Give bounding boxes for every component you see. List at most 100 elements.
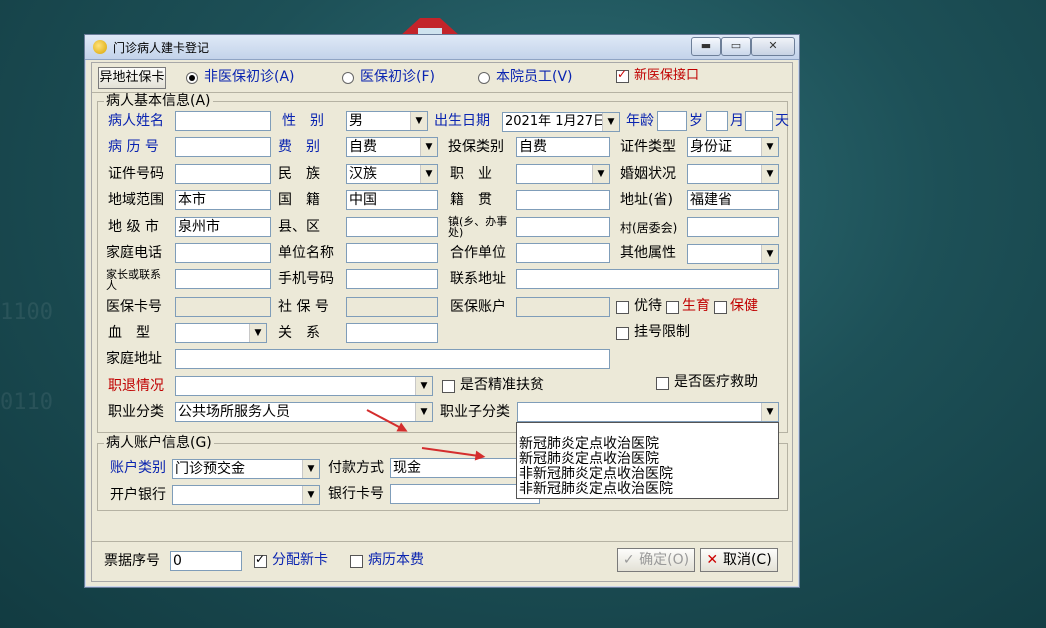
occupation-subclass-select[interactable]: ▼ [517,402,779,422]
dropdown-option[interactable]: 非新冠肺炎定点收治医院 [519,482,673,497]
cert-type-label: 证件类型 [620,139,676,155]
minimize-button[interactable]: ▬ [691,37,721,56]
job-select[interactable]: ▼ [516,164,610,184]
relation-label: 关 系 [278,325,320,341]
home-address-input[interactable] [175,349,610,369]
insurance-type-input[interactable]: 自费 [516,137,610,157]
blood-type-select[interactable]: ▼ [175,323,267,343]
chevron-down-icon[interactable]: ▼ [761,403,778,421]
confirm-button[interactable]: ✓ 确定(O) [617,548,695,572]
name-label: 病人姓名 [108,113,164,129]
occupation-class-select[interactable]: 公共场所服务人员 ▼ [175,402,433,422]
radio-non-insurance[interactable] [186,72,198,84]
record-no-input[interactable] [175,137,271,157]
dob-picker[interactable]: 2021年 1月27日 ▼ [502,112,620,132]
ethnic-select[interactable]: 汉族 ▼ [346,164,438,184]
account-type-label: 账户类别 [110,460,166,476]
village-input[interactable] [687,217,779,237]
age-days-input[interactable] [745,111,773,131]
guardian-input[interactable] [175,269,271,289]
blood-type-label: 血 型 [108,325,150,341]
chevron-down-icon[interactable]: ▼ [249,324,266,342]
chevron-down-icon[interactable]: ▼ [420,165,437,183]
chevron-down-icon[interactable]: ▼ [761,138,778,156]
new-interface-label: 新医保接口 [634,68,700,83]
insurance-type-label: 投保类别 [448,139,504,155]
employer-label: 单位名称 [278,245,334,261]
new-interface-checkbox[interactable] [616,67,629,83]
chevron-down-icon[interactable]: ▼ [420,138,437,156]
social-no-input[interactable] [346,297,438,317]
gender-select[interactable]: 男 ▼ [346,111,428,131]
origin-input[interactable] [516,190,610,210]
other-attr-select[interactable]: ▼ [687,244,779,264]
insurance-card-input[interactable] [175,297,271,317]
age-months-input[interactable] [706,111,728,131]
maximize-button[interactable]: ▭ [721,37,751,56]
age-label: 年龄 [626,113,654,129]
background-decoration: 1100 [0,300,53,325]
chevron-down-icon[interactable]: ▼ [302,486,319,504]
cert-no-input[interactable] [175,164,271,184]
occupation-subclass-dropdown[interactable]: 新冠肺炎定点收治医院 新冠肺炎定点收治医院 非新冠肺炎定点收治医院 非新冠肺炎定… [516,422,779,499]
priority-checkbox[interactable] [616,301,629,314]
dropdown-option[interactable]: 新冠肺炎定点收治医院 [519,437,659,452]
dropdown-option[interactable]: 新冠肺炎定点收治医院 [519,452,659,467]
name-input[interactable] [175,111,271,131]
poverty-checkbox[interactable] [442,380,455,393]
relation-input[interactable] [346,323,438,343]
insurance-account-input[interactable] [516,297,610,317]
chevron-down-icon[interactable]: ▼ [592,165,609,183]
close-button[interactable]: ✕ [751,37,795,56]
nationality-input[interactable]: 中国 [346,190,438,210]
contact-address-label: 联系地址 [450,271,506,287]
home-phone-input[interactable] [175,243,271,263]
chevron-down-icon[interactable]: ▼ [415,377,432,395]
age-years-input[interactable] [657,111,687,131]
mobile-input[interactable] [346,269,438,289]
other-attr-label: 其他属性 [620,245,676,261]
contact-address-input[interactable] [516,269,779,289]
province-input[interactable]: 福建省 [687,190,779,210]
bank-label: 开户银行 [110,487,166,503]
region-input[interactable]: 本市 [175,190,271,210]
medical-aid-checkbox[interactable] [656,377,669,390]
remote-social-card-button[interactable]: 异地社保卡 [98,67,166,89]
birth-checkbox[interactable] [666,301,679,314]
chevron-down-icon[interactable]: ▼ [761,165,778,183]
radio-staff[interactable] [478,72,490,84]
province-label: 地址(省) [620,192,673,208]
coop-unit-input[interactable] [516,243,610,263]
dropdown-option[interactable]: 非新冠肺炎定点收治医院 [519,467,673,482]
chevron-down-icon[interactable]: ▼ [415,403,432,421]
priority-label: 优待 [634,298,662,314]
marital-select[interactable]: ▼ [687,164,779,184]
health-checkbox[interactable] [714,301,727,314]
county-input[interactable] [346,217,438,237]
chevron-down-icon[interactable]: ▼ [302,460,319,478]
chevron-down-icon[interactable]: ▼ [410,112,427,130]
home-phone-label: 家庭电话 [106,245,162,261]
cancel-button[interactable]: ✕ 取消(C) [700,548,778,572]
new-card-checkbox[interactable] [254,552,267,568]
retire-status-select[interactable]: ▼ [175,376,433,396]
chevron-down-icon[interactable]: ▼ [761,245,778,263]
city-input[interactable]: 泉州市 [175,217,271,237]
age-months-unit: 月 [730,113,744,129]
bank-select[interactable]: ▼ [172,485,320,505]
fee-type-select[interactable]: 自费 ▼ [346,137,438,157]
employer-input[interactable] [346,243,438,263]
chevron-down-icon[interactable]: ▼ [602,113,619,131]
origin-label: 籍 贯 [450,192,492,208]
receipt-no-input[interactable]: 0 [170,551,242,571]
cert-type-select[interactable]: 身份证 ▼ [687,137,779,157]
receipt-no-label: 票据序号 [104,553,160,569]
town-input[interactable] [516,217,610,237]
marital-label: 婚姻状况 [620,166,676,182]
cert-no-label: 证件号码 [108,166,164,182]
title-bar[interactable]: 门诊病人建卡登记 ▬ ▭ ✕ [85,35,799,60]
record-book-fee-checkbox[interactable] [350,555,363,568]
account-type-select[interactable]: 门诊预交金 ▼ [172,459,320,479]
radio-insurance[interactable] [342,72,354,84]
reg-limit-checkbox[interactable] [616,327,629,340]
